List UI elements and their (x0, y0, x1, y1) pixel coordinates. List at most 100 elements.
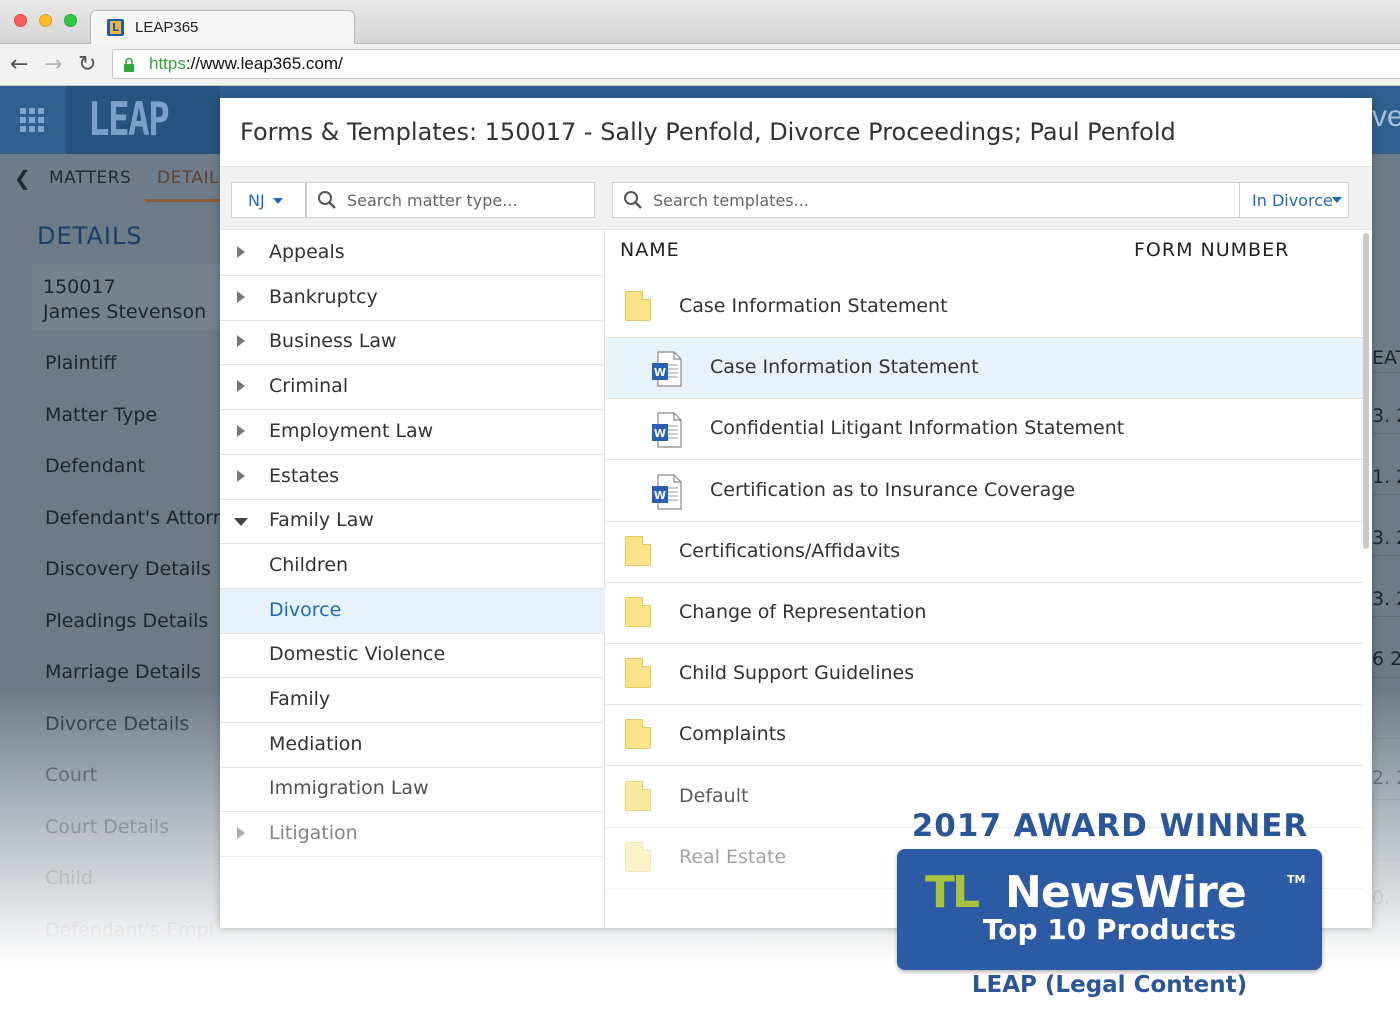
matter-card[interactable]: 150017 James Stevenson (32, 264, 222, 330)
favicon-icon: L (107, 19, 124, 36)
award-top10: Top 10 Products (982, 913, 1237, 946)
row-divider (1372, 433, 1400, 434)
minimize-window-button[interactable] (39, 14, 52, 27)
tree-item[interactable]: Immigration Law (220, 767, 605, 813)
template-file-row[interactable]: W Certification as to Insurance Coverage (606, 461, 1363, 522)
url-text: https://www.leap365.com/ (149, 54, 343, 73)
tree-item[interactable]: Litigation (220, 812, 605, 858)
sidebar-item[interactable]: Matter Type (45, 404, 157, 426)
right-column-value: 3. 2 (1372, 527, 1400, 549)
template-label: Complaints (679, 723, 787, 746)
tree-item[interactable]: Business Law (220, 320, 605, 366)
matter-type-tree: Appeals Bankruptcy Business Law Criminal Emp… (220, 231, 605, 928)
tree-item-label: Estates (269, 464, 340, 487)
word-document-icon: W (651, 473, 683, 510)
browser-tab[interactable] (90, 10, 355, 45)
right-column-value: 1. 2 (1372, 466, 1400, 488)
sidebar-item[interactable]: Pleadings Details (45, 610, 208, 632)
template-label: Change of Representation (679, 601, 927, 623)
right-column-value: 6 2 (1372, 648, 1400, 670)
reload-icon[interactable]: ↻ (78, 52, 96, 77)
caret-right-icon[interactable] (237, 380, 245, 393)
state-dropdown[interactable]: NJ (231, 182, 306, 218)
tree-item[interactable]: Family Law (220, 499, 605, 545)
svg-text:W: W (654, 427, 666, 440)
caret-right-icon[interactable] (237, 469, 245, 482)
caret-down-icon (1332, 197, 1342, 203)
row-divider (1372, 677, 1400, 678)
back-arrow-icon[interactable]: ← (10, 52, 28, 77)
svg-text:W: W (654, 489, 666, 502)
forward-arrow-icon[interactable]: → (44, 52, 62, 77)
zoom-window-button[interactable] (64, 14, 77, 27)
caret-right-icon[interactable] (237, 827, 245, 840)
leap-logo: LEAP (88, 92, 170, 146)
tree-item[interactable]: Bankruptcy (220, 276, 605, 321)
award-newswire: NewsWire (1005, 867, 1247, 918)
template-file-row[interactable]: W Case Information Statement (606, 338, 1363, 400)
tree-item-label: Children (269, 553, 349, 576)
template-label: Case Information Statement (679, 295, 948, 317)
chevron-left-icon[interactable]: ❮ (14, 166, 31, 190)
folder-icon (625, 841, 651, 872)
caret-right-icon[interactable] (237, 424, 245, 437)
close-window-button[interactable] (14, 14, 27, 27)
tree-item[interactable]: Divorce (220, 588, 605, 634)
caret-right-icon[interactable] (237, 290, 245, 303)
folder-icon (625, 535, 651, 566)
tree-item[interactable]: Domestic Violence (220, 633, 605, 679)
template-folder-row[interactable]: Child Support Guidelines (606, 644, 1363, 706)
sidebar-item[interactable]: Discovery Details (45, 558, 211, 580)
tree-item[interactable]: Children (220, 544, 605, 589)
tree-item[interactable]: Mediation (220, 723, 605, 768)
award-badge: TL NewsWire TM Top 10 Products (897, 849, 1322, 970)
address-bar[interactable]: https://www.leap365.com/ (112, 49, 1400, 79)
tree-item[interactable]: Criminal (220, 365, 605, 411)
caret-down-icon[interactable] (234, 518, 248, 527)
browser-tab-title: LEAP365 (135, 19, 199, 36)
sidebar-item[interactable]: Plaintiff (45, 352, 117, 374)
folder-icon (625, 719, 651, 750)
template-label: Default (679, 784, 749, 807)
template-scope-dropdown[interactable]: In Divorce (1239, 183, 1347, 217)
template-folder-row[interactable]: Certifications/Affidavits (606, 522, 1363, 583)
caret-right-icon[interactable] (237, 335, 245, 348)
folder-icon (625, 780, 651, 811)
nav-details[interactable]: DETAIL (145, 168, 225, 202)
template-list-scrollbar[interactable] (1363, 233, 1369, 549)
matter-type-search-input[interactable]: Search matter type... (306, 182, 595, 218)
column-header-name[interactable]: NAME (620, 239, 680, 261)
tree-item[interactable]: Appeals (220, 231, 605, 276)
caret-down-icon (273, 198, 283, 204)
column-header-form-number[interactable]: FORM NUMBER (1134, 239, 1289, 261)
tree-item[interactable]: Family (220, 678, 605, 723)
forms-templates-modal: Forms & Templates: 150017 - Sally Penfol… (220, 98, 1372, 928)
lock-icon (124, 57, 134, 72)
nav-matters[interactable]: MATTERS (49, 168, 131, 188)
template-label: Case Information Statement (710, 356, 979, 379)
template-folder-row[interactable]: Case Information Statement (606, 277, 1363, 338)
header-right-text: ve (1372, 100, 1400, 133)
sidebar-item[interactable]: Defendant's Attorn (45, 507, 225, 529)
tree-item[interactable]: Estates (220, 455, 605, 500)
apps-grid-icon[interactable] (20, 108, 44, 132)
template-scope-value: In Divorce (1252, 191, 1333, 210)
matter-name: James Stevenson (43, 301, 207, 323)
tree-item-label: Divorce (269, 598, 342, 621)
tree-item[interactable]: Employment Law (220, 410, 605, 455)
tree-item-label: Domestic Violence (269, 643, 446, 666)
template-file-row[interactable]: W Confidential Litigant Information State… (606, 399, 1363, 461)
sidebar-title: DETAILS (37, 222, 143, 250)
caret-right-icon[interactable] (237, 246, 245, 258)
template-label: Confidential Litigant Information Statem… (710, 417, 1125, 440)
template-search-input[interactable]: Search templates... In Divorce (612, 182, 1349, 218)
template-folder-row[interactable]: Complaints (606, 705, 1363, 767)
award-tl-logo: TL (925, 867, 980, 918)
search-icon (624, 191, 642, 209)
state-value: NJ (248, 191, 265, 210)
tree-item-label: Business Law (269, 330, 397, 353)
browser-tabbar: L LEAP365 (0, 0, 1400, 45)
sidebar-item[interactable]: Marriage Details (45, 661, 201, 683)
sidebar-item[interactable]: Defendant (45, 455, 145, 477)
template-folder-row[interactable]: Change of Representation (606, 583, 1363, 644)
